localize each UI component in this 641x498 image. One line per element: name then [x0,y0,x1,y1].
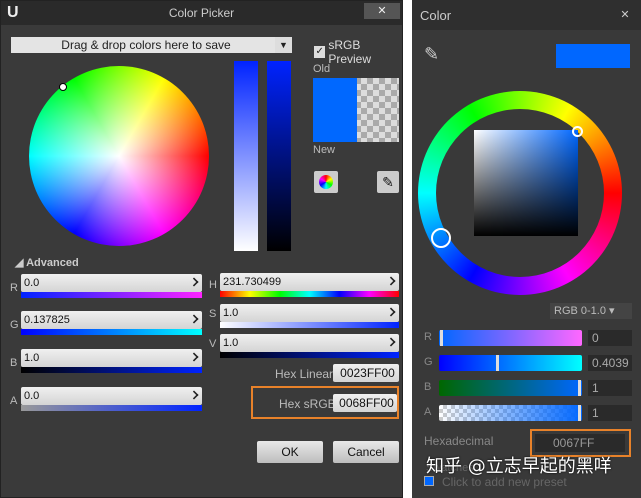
cancel-button[interactable]: Cancel [333,441,399,463]
value-slider[interactable] [267,61,291,251]
close-button[interactable]: ✕ [364,3,400,19]
v-value: 1.0 [223,337,239,349]
eyedropper-icon: ✎ [382,174,394,190]
hex-srgb-input[interactable]: 0068FF00 [333,394,397,412]
r-label: R [424,331,432,343]
wheel-selector[interactable] [59,83,67,91]
g-value: 0.137825 [24,314,70,326]
window-title: Color [420,8,452,23]
hue-handle[interactable] [431,228,451,248]
title-bar: Color ✕ [412,0,641,30]
unreal-logo-icon: U [7,4,19,21]
eyedropper-icon: ✎ [424,44,440,64]
b-input[interactable]: 1 [588,380,632,396]
h-label: H [209,279,217,291]
a-gradient [21,405,202,411]
srgb-preview-checkbox[interactable]: ✓ sRGB Preview [314,38,402,66]
h-spinbox[interactable]: 231.730499 [220,273,399,291]
hex-srgb-label: Hex sRGB [279,397,336,411]
r-label: R [10,282,18,294]
b-spinbox[interactable]: 1.0 [21,349,202,367]
color-mode-dropdown[interactable]: RGB 0-1.0 ▾ [550,303,632,319]
g-spinbox[interactable]: 0.137825 [21,311,202,329]
title-bar: U Color Picker ✕ [1,1,402,25]
h-value: 231.730499 [223,276,282,288]
color-drop-zone[interactable]: Drag & drop colors here to save [11,37,281,53]
sv-handle[interactable] [572,126,583,137]
current-color-swatch[interactable] [556,44,630,68]
g-label: G [424,356,433,368]
h-gradient [220,291,399,297]
advanced-section-toggle[interactable]: ◢ Advanced [15,256,79,269]
hue-ring[interactable] [418,91,622,295]
a-value: 0.0 [24,390,40,402]
ok-button[interactable]: OK [257,441,323,463]
srgb-preview-label: sRGB Preview [328,38,372,66]
a-label: A [424,406,432,418]
wheel-icon [319,175,333,189]
v-label: V [209,338,217,350]
r-value: 0.0 [24,277,40,289]
b-gradient [21,367,202,373]
g-label: G [10,319,19,331]
hex-label: Hexadecimal [424,434,494,448]
drop-menu-button[interactable]: ▼ [275,37,292,53]
a-spinbox[interactable]: 0.0 [21,387,202,405]
hex-linear-label: Hex Linear [275,367,334,381]
color-wheel[interactable] [29,66,209,246]
g-slider[interactable] [439,355,582,371]
window-title: Color Picker [168,6,235,20]
old-new-swatch [313,78,357,142]
new-label: New [313,144,336,156]
s-gradient [220,322,399,328]
checkbox-icon: ✓ [314,46,326,58]
b-slider[interactable] [439,380,582,396]
mode-value: RGB 0-1.0 [554,305,606,317]
a-label: A [10,395,18,407]
eyedropper-button[interactable]: ✎ [424,44,439,65]
hex-input[interactable]: 0067FF [535,434,625,452]
s-label: S [209,308,217,320]
g-gradient [21,329,202,335]
color-wheel-mode-button[interactable] [314,171,338,193]
ue-color-picker-window: U Color Picker ✕ Drag & drop colors here… [0,0,403,498]
r-input[interactable]: 0 [588,330,632,346]
r-slider[interactable] [439,330,582,346]
b-label: B [10,357,18,369]
v-gradient [220,352,399,358]
g-input[interactable]: 0.4039 [588,355,632,371]
saturation-slider[interactable] [234,61,258,251]
b-value: 1.0 [24,352,40,364]
old-label: Old [313,63,331,75]
color-preview [313,78,399,142]
a-input[interactable]: 1 [588,405,632,421]
s-spinbox[interactable]: 1.0 [220,304,399,322]
advanced-label: Advanced [26,257,79,269]
a-slider[interactable] [439,405,582,421]
saturation-value-square[interactable] [474,130,578,236]
b-label: B [424,381,432,393]
s-value: 1.0 [223,307,239,319]
v-spinbox[interactable]: 1.0 [220,334,399,352]
close-button[interactable]: ✕ [613,4,637,26]
eyedropper-button[interactable]: ✎ [377,171,399,193]
hex-linear-input[interactable]: 0023FF00 [333,364,399,382]
watermark: 知乎 @立志早起的黑咩 [426,456,612,477]
r-gradient [21,292,202,298]
r-spinbox[interactable]: 0.0 [21,274,202,292]
unity-color-window: Color ✕ ✎ RGB 0-1.0 ▾ R 0 G 0.4039 B 1 A… [412,0,641,498]
